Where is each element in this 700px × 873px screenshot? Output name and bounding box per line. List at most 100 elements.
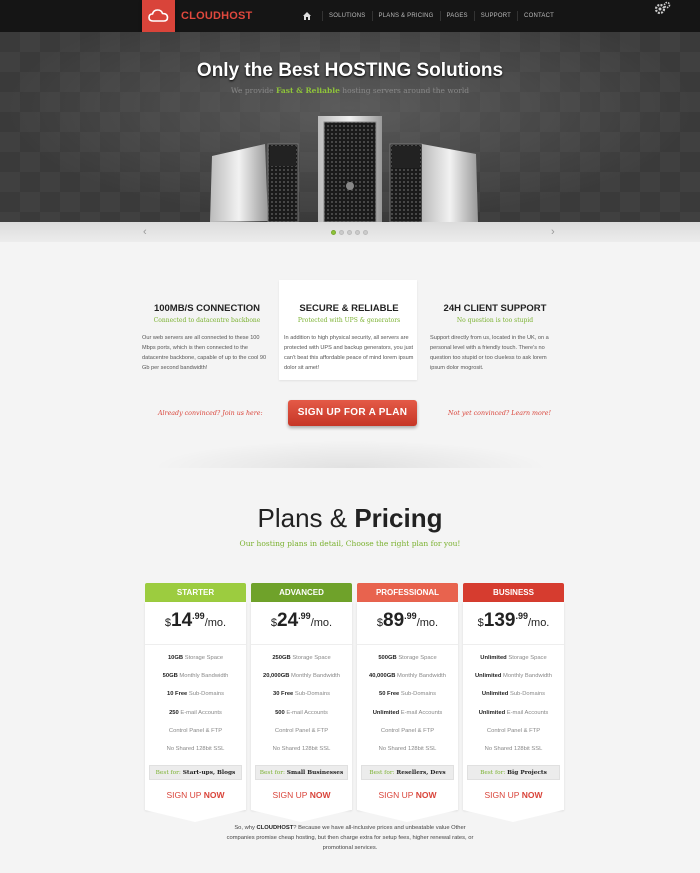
plan-feature: Unlimited Sub-Domains <box>463 685 564 703</box>
plan-feature-value: 500 <box>275 709 285 716</box>
main-nav: SOLUTIONS PLANS & PRICING PAGES SUPPORT … <box>302 0 560 32</box>
nav-item-support[interactable]: SUPPORT <box>473 11 517 21</box>
plan-card-tip <box>145 810 245 823</box>
price-cents: .99 <box>404 611 417 621</box>
plan-body: $24.99/mo. 250GB Storage Space 20,000GB Mo… <box>251 602 352 811</box>
slider-prev-icon[interactable]: ‹ <box>143 226 147 238</box>
plan-feature-value: 50 Free <box>378 691 400 698</box>
plan-feature-label: Storage Space <box>183 655 224 661</box>
plan-feature: 250GB Storage Space <box>251 649 352 667</box>
price-amount: 89 <box>383 610 405 631</box>
hero-subtitle-start: We provide <box>230 86 276 95</box>
plan-feature: 500GB Storage Space <box>357 649 458 667</box>
plan-best-for: Best for: Small Businesses <box>255 765 348 781</box>
plan-signup-button[interactable]: SIGN UP NOW <box>463 780 564 810</box>
signup-label: SIGN UP <box>378 790 416 801</box>
best-for-label: Best for: <box>369 770 397 777</box>
price-cents: .99 <box>515 611 528 621</box>
cta-join-text[interactable]: Already convinced? Join us here: <box>158 410 263 417</box>
plan-feature-label: No Shared 128bit SSL <box>272 745 331 752</box>
slider-dot[interactable] <box>347 230 352 235</box>
price-amount: 139 <box>483 610 516 631</box>
plan-feature-label: E-mail Accounts <box>505 709 549 716</box>
slider-dot[interactable] <box>331 230 336 235</box>
feature-text: Our web servers are all connected to the… <box>142 335 267 371</box>
plan-feature-value: 30 Free <box>272 691 294 698</box>
plan-feature-label: E-mail Accounts <box>284 709 328 716</box>
feature-text: In addition to high physical security, a… <box>284 335 414 371</box>
plan-feature-label: Monthly Bandwidth <box>289 673 341 680</box>
plan-features: Unlimited Storage Space Unlimited Monthly… <box>463 645 564 758</box>
plan-feature-label: Control Panel & FTP <box>274 727 329 734</box>
plan-feature-label: Monthly Bandwidth <box>501 673 552 680</box>
plan-name: PROFESSIONAL <box>357 583 458 602</box>
why-text-start: So, why <box>234 825 257 831</box>
plan-signup-button[interactable]: SIGN UP NOW <box>357 780 458 810</box>
plan-feature: No Shared 128bit SSL <box>463 740 564 758</box>
plan-best-for: Best for: Big Projects <box>467 765 560 781</box>
nav-item-pages[interactable]: PAGES <box>439 11 474 21</box>
feature-subtitle: Protected with UPS & generators <box>297 317 401 324</box>
plan-card-tip <box>463 810 563 823</box>
feature-connection: 100MB/S CONNECTION Connected to datacent… <box>142 280 272 373</box>
pricing-title: Plans & Pricing <box>0 503 700 534</box>
hero-subtitle: We provide Fast & Reliable hosting serve… <box>0 86 700 95</box>
nav-item-contact[interactable]: CONTACT <box>517 11 560 21</box>
plan-feature-label: No Shared 128bit SSL <box>378 745 437 752</box>
plan-feature-value: Unlimited <box>480 655 507 661</box>
plan-feature: 30 Free Sub-Domains <box>251 685 352 703</box>
slider-next-icon[interactable]: › <box>551 226 555 238</box>
nav-item-plans-pricing[interactable]: PLANS & PRICING <box>371 11 440 21</box>
plan-features: 10GB Storage Space 50GB Monthly Bandwidth… <box>145 645 246 758</box>
cta-learn-more-link[interactable]: Not yet convinced? Learn more! <box>448 410 551 417</box>
plan-card-starter: STARTER $14.99/mo. 10GB Storage Space 50GB … <box>145 583 246 823</box>
plan-body: $14.99/mo. 10GB Storage Space 50GB Monthly… <box>145 602 246 811</box>
plan-signup-button[interactable]: SIGN UP NOW <box>251 780 352 810</box>
best-for-label: Best for: <box>155 770 183 777</box>
plan-feature: Unlimited Monthly Bandwidth <box>463 667 564 685</box>
slider-dot[interactable] <box>339 230 344 235</box>
plan-feature-label: Sub-Domains <box>508 691 546 698</box>
cloud-icon <box>148 9 169 22</box>
plan-feature: Control Panel & FTP <box>251 722 352 740</box>
plan-feature: 40,000GB Monthly Bandwidth <box>357 667 458 685</box>
feature-text: Support directly from us, located in the… <box>430 335 549 371</box>
plan-feature-label: Sub-Domains <box>399 691 437 698</box>
signup-label: SIGN UP <box>272 790 310 801</box>
plan-feature-label: Control Panel & FTP <box>168 727 223 734</box>
plan-feature: 50 Free Sub-Domains <box>357 685 458 703</box>
plan-feature-value: 500GB <box>378 655 397 661</box>
nav-item-solutions[interactable]: SOLUTIONS <box>322 11 371 21</box>
brand-name[interactable]: CLOUDHOST <box>181 10 252 22</box>
plan-feature-label: No Shared 128bit SSL <box>166 745 225 752</box>
plan-features: 250GB Storage Space 20,000GB Monthly Band… <box>251 645 352 758</box>
plan-feature-value: 10GB <box>167 655 184 661</box>
home-icon[interactable] <box>302 11 312 21</box>
best-for-value: Big Projects <box>507 770 547 777</box>
price-cents: .99 <box>192 611 205 621</box>
plan-feature-value: 40,000GB <box>368 673 396 680</box>
gears-icon[interactable] <box>652 0 672 18</box>
plan-card-business: BUSINESS $139.99/mo. Unlimited Storage Spa… <box>463 583 564 823</box>
pricing-subtitle: Our hosting plans in detail, Choose the … <box>239 539 461 548</box>
plan-feature-value: Unlimited <box>481 691 509 698</box>
plan-name: STARTER <box>145 583 246 602</box>
plan-price: $14.99/mo. <box>145 602 246 645</box>
signup-now: NOW <box>521 790 543 801</box>
plan-feature-label: Monthly Bandwidth <box>177 673 229 680</box>
feature-subtitle: Connected to datacentre backbone <box>153 317 261 324</box>
plan-signup-button[interactable]: SIGN UP NOW <box>145 780 246 810</box>
signup-plan-button[interactable]: SIGN UP FOR A PLAN <box>288 400 417 426</box>
plan-feature: 250 E-mail Accounts <box>145 704 246 722</box>
plan-feature: 10 Free Sub-Domains <box>145 685 246 703</box>
slider-dot[interactable] <box>363 230 368 235</box>
servers-image <box>210 116 478 222</box>
plan-feature: No Shared 128bit SSL <box>145 740 246 758</box>
slider-dot[interactable] <box>355 230 360 235</box>
plan-feature-value: 10 Free <box>166 691 188 698</box>
price-period: /mo. <box>527 617 550 629</box>
plan-feature-label: Sub-Domains <box>293 691 331 698</box>
feature-support: 24H CLIENT SUPPORT No question is too st… <box>430 280 560 373</box>
signup-now: NOW <box>415 790 437 801</box>
plan-feature-label: No Shared 128bit SSL <box>484 745 543 752</box>
